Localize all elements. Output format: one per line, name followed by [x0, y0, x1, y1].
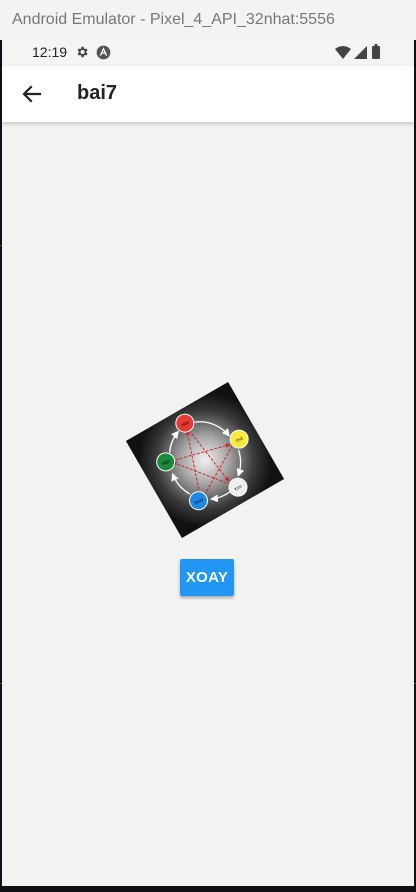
status-bar: 12:19 [2, 40, 414, 66]
page-title: bai7 [77, 82, 118, 104]
five-elements-diagram: Hỏa Thổ Kim Thủy Mộc [125, 382, 285, 538]
back-arrow-icon[interactable] [14, 74, 54, 114]
node-thuy: Thủy [188, 491, 208, 511]
emulator-title-bar: Android Emulator - Pixel_4_API_32nhat:55… [0, 0, 416, 40]
node-kim: Kim [228, 477, 248, 497]
app-bar: bai7 [2, 66, 414, 122]
divider [0, 245, 2, 246]
phone-screen: 12:19 bai7 Hỏa Thổ Kim Thủy Mộc XOAY [2, 40, 414, 886]
node-hoa: Hỏa [175, 413, 195, 433]
wifi-icon [335, 46, 351, 59]
divider [0, 683, 2, 684]
cell-signal-icon [354, 46, 367, 59]
settings-gear-icon [77, 46, 88, 58]
rotate-button[interactable]: XOAY [180, 559, 234, 596]
battery-icon [372, 44, 380, 59]
rotating-image: Hỏa Thổ Kim Thủy Mộc [125, 382, 285, 538]
node-moc: Mộc [156, 452, 176, 472]
emulator-title: Android Emulator - Pixel_4_API_32nhat:55… [12, 11, 335, 28]
android-studio-icon [96, 45, 111, 60]
status-time: 12:19 [32, 44, 68, 60]
